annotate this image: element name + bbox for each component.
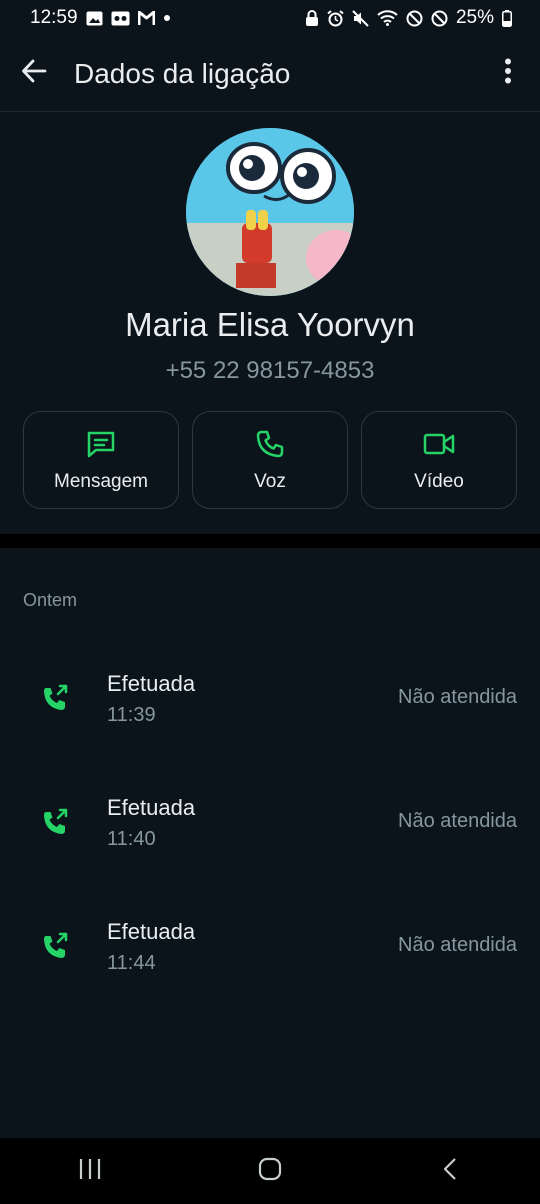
contact-phone: +55 22 98157-4853 bbox=[165, 357, 375, 384]
voicemail-icon bbox=[111, 11, 130, 26]
call-log-item[interactable]: Efetuada 11:40 Não atendida bbox=[0, 776, 540, 876]
call-type: Efetuada bbox=[107, 795, 196, 820]
call-status: Não atendida bbox=[398, 686, 517, 708]
section-divider bbox=[0, 534, 540, 548]
outgoing-call-icon bbox=[38, 804, 74, 840]
call-time: 11:39 bbox=[107, 704, 156, 726]
outgoing-call-icon bbox=[38, 680, 74, 716]
status-left: 12:59 bbox=[30, 7, 171, 29]
alarm-icon bbox=[327, 9, 344, 27]
home-button[interactable] bbox=[240, 1146, 300, 1196]
call-log-item[interactable]: Efetuada 11:44 Não atendida bbox=[0, 900, 540, 1000]
back-icon bbox=[442, 1157, 458, 1186]
recent-apps-icon bbox=[78, 1158, 102, 1185]
page-title: Dados da ligação bbox=[74, 57, 291, 89]
more-vertical-icon bbox=[504, 58, 512, 89]
avatar[interactable] bbox=[186, 128, 354, 296]
call-type: Efetuada bbox=[107, 919, 196, 944]
outgoing-call-icon bbox=[38, 928, 74, 964]
action-buttons: Mensagem Voz Vídeo bbox=[23, 411, 517, 511]
message-icon bbox=[86, 427, 116, 461]
call-status: Não atendida bbox=[398, 810, 517, 832]
avatar-image bbox=[186, 128, 354, 296]
gallery-icon bbox=[86, 11, 103, 26]
recent-apps-button[interactable] bbox=[60, 1146, 120, 1196]
phone-icon bbox=[256, 427, 284, 461]
video-call-button[interactable]: Vídeo bbox=[361, 411, 517, 509]
mute-icon bbox=[352, 9, 369, 27]
back-nav-button[interactable] bbox=[420, 1146, 480, 1196]
message-button[interactable]: Mensagem bbox=[23, 411, 179, 509]
call-log-item[interactable]: Efetuada 11:39 Não atendida bbox=[0, 652, 540, 752]
gmail-icon bbox=[137, 11, 155, 25]
call-time: 11:44 bbox=[107, 952, 156, 974]
battery-icon bbox=[502, 9, 512, 27]
dnd-icon bbox=[406, 10, 423, 27]
dnd-icon bbox=[431, 10, 448, 27]
message-button-label: Mensagem bbox=[54, 471, 148, 492]
call-type: Efetuada bbox=[107, 671, 196, 696]
navigation-bar bbox=[0, 1138, 540, 1204]
app-bar: Dados da ligação bbox=[0, 36, 540, 112]
lock-icon bbox=[305, 9, 319, 27]
arrow-back-icon bbox=[21, 58, 47, 89]
status-right: 25% bbox=[305, 7, 512, 29]
battery-percentage: 25% bbox=[455, 7, 494, 28]
call-status: Não atendida bbox=[398, 934, 517, 956]
status-time: 12:59 bbox=[30, 7, 78, 28]
contact-name: Maria Elisa Yoorvyn bbox=[125, 306, 415, 343]
more-options-button[interactable] bbox=[486, 52, 530, 96]
back-button[interactable] bbox=[12, 52, 56, 96]
voice-call-button-label: Voz bbox=[254, 471, 286, 492]
status-bar: 12:59 25% bbox=[0, 0, 540, 36]
video-call-button-label: Vídeo bbox=[414, 471, 464, 492]
voice-call-button[interactable]: Voz bbox=[192, 411, 348, 509]
call-section-label: Ontem bbox=[23, 590, 78, 610]
call-time: 11:40 bbox=[107, 828, 156, 850]
home-icon bbox=[258, 1157, 282, 1186]
video-icon bbox=[423, 427, 455, 461]
wifi-icon bbox=[377, 10, 398, 26]
dot-icon bbox=[163, 14, 171, 22]
